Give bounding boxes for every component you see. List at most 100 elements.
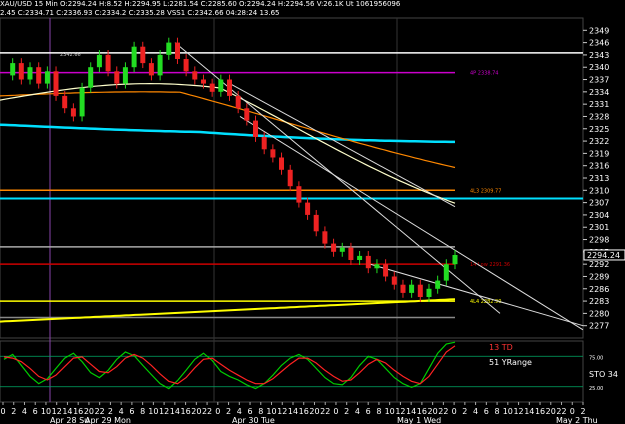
candle-body bbox=[452, 255, 458, 265]
price-annotation: 2342.66 bbox=[60, 52, 81, 58]
y-axis-tick-label: 2298 bbox=[589, 236, 609, 245]
candle-body bbox=[331, 243, 337, 252]
x-axis-tick-label: 10 bbox=[41, 407, 51, 416]
x-axis-tick-label: 6 bbox=[33, 407, 38, 416]
candle-body bbox=[270, 149, 276, 158]
stochastic-value-label: STO 34 bbox=[589, 370, 618, 379]
x-axis-tick-label: 6 bbox=[247, 407, 252, 416]
x-axis-tick-label: 14 bbox=[406, 407, 416, 416]
y-axis-tick-label: 2292 bbox=[589, 260, 609, 269]
candle-body bbox=[166, 42, 172, 55]
x-axis-tick-label: 0 bbox=[215, 407, 220, 416]
x-axis-session-label: May 2 Thu bbox=[556, 416, 598, 424]
candle-body bbox=[218, 79, 224, 92]
candle-body bbox=[157, 54, 163, 76]
y-axis-tick-label: 2346 bbox=[589, 39, 609, 48]
candle-body bbox=[201, 79, 206, 84]
x-axis-tick-label: 20 bbox=[191, 407, 201, 416]
y-axis-tick-label: 2343 bbox=[589, 51, 609, 60]
x-axis-tick-label: 14 bbox=[62, 407, 72, 416]
candle-body bbox=[175, 42, 180, 59]
x-axis-tick-label: 8 bbox=[258, 407, 263, 416]
candle-body bbox=[435, 280, 441, 289]
y-axis-tick-label: 2337 bbox=[589, 76, 609, 85]
y-axis-tick-label: 2307 bbox=[589, 199, 609, 208]
x-axis-tick-label: 2 bbox=[580, 407, 585, 416]
x-axis-tick-label: 10 bbox=[503, 407, 513, 416]
x-axis-tick-label: 2 bbox=[108, 407, 113, 416]
x-axis-tick-label: 4 bbox=[22, 407, 27, 416]
x-axis-tick-label: 22 bbox=[320, 407, 330, 416]
x-axis-tick-label: 8 bbox=[495, 407, 500, 416]
candle-body bbox=[339, 247, 345, 252]
y-axis-tick-label: 2340 bbox=[589, 63, 609, 72]
x-axis-tick-label: 4 bbox=[473, 407, 478, 416]
x-axis-tick-label: 14 bbox=[524, 407, 534, 416]
x-axis-tick-label: 0 bbox=[333, 407, 338, 416]
y-axis-tick-label: 2322 bbox=[589, 137, 609, 146]
candle-body bbox=[88, 67, 94, 88]
candle-body bbox=[287, 169, 293, 187]
x-axis-tick-label: 16 bbox=[180, 407, 190, 416]
candle-body bbox=[10, 63, 16, 76]
x-axis-tick-label: 12 bbox=[52, 407, 62, 416]
candle-body bbox=[365, 255, 371, 269]
stochastic-text-label: 51 YRange bbox=[489, 358, 532, 367]
x-axis-session-label: Apr 29 Mon bbox=[85, 416, 131, 424]
x-axis-tick-label: 8 bbox=[376, 407, 381, 416]
x-axis-tick-label: 0 bbox=[0, 407, 5, 416]
x-axis-tick-label: 16 bbox=[417, 407, 427, 416]
x-axis-tick-label: 2 bbox=[226, 407, 231, 416]
candle-body bbox=[53, 71, 59, 96]
candle-body bbox=[209, 83, 215, 92]
candle-body bbox=[357, 255, 363, 260]
candle-body bbox=[96, 54, 102, 68]
x-axis-tick-label: 14 bbox=[288, 407, 298, 416]
candle-body bbox=[192, 71, 198, 80]
candle-body bbox=[18, 63, 24, 80]
price-level-label: 4L3 2309.77 bbox=[470, 188, 501, 194]
candle-body bbox=[131, 46, 137, 68]
y-axis-tick-label: 2310 bbox=[589, 186, 609, 195]
x-axis-tick-label: 20 bbox=[428, 407, 438, 416]
x-axis-tick-label: 16 bbox=[535, 407, 545, 416]
x-axis-tick-label: 2 bbox=[344, 407, 349, 416]
y-axis-tick-label: 2280 bbox=[589, 309, 609, 318]
y-axis-tick-label: 2316 bbox=[589, 162, 609, 171]
x-axis-session-label: May 1 Wed bbox=[397, 416, 441, 424]
candle-body bbox=[122, 67, 128, 84]
x-axis-tick-label: 2 bbox=[462, 407, 467, 416]
x-axis-tick-label: 16 bbox=[73, 407, 83, 416]
y-axis-tick-label: 2301 bbox=[589, 223, 609, 232]
x-axis-tick-label: 14 bbox=[170, 407, 180, 416]
y-axis-tick-label: 2349 bbox=[589, 26, 609, 35]
x-axis-tick-label: 12 bbox=[395, 407, 405, 416]
candle-body bbox=[322, 231, 328, 244]
price-chart[interactable]: 4P 2338.744L3 2309.7714 Low 2291.364L4 2… bbox=[0, 0, 625, 424]
current-price-label: 2294.24 bbox=[587, 251, 620, 260]
x-axis-tick-label: 4 bbox=[237, 407, 242, 416]
candle-body bbox=[244, 108, 250, 121]
x-axis-tick-label: 10 bbox=[148, 407, 158, 416]
candle-body bbox=[279, 157, 284, 170]
x-axis-tick-label: 10 bbox=[266, 407, 276, 416]
x-axis-tick-label: 12 bbox=[513, 407, 523, 416]
candle-body bbox=[426, 288, 432, 297]
x-axis-tick-label: 8 bbox=[140, 407, 145, 416]
candle-body bbox=[400, 284, 406, 293]
candle-body bbox=[409, 284, 415, 293]
y-axis-tick-label: 2325 bbox=[589, 125, 609, 134]
x-axis-session-label: Apr 28 Su bbox=[50, 416, 89, 424]
x-axis-tick-label: 20 bbox=[546, 407, 556, 416]
candle-body bbox=[44, 71, 50, 84]
x-axis-tick-label: 10 bbox=[385, 407, 395, 416]
x-axis-tick-label: 16 bbox=[299, 407, 309, 416]
x-axis-tick-label: 12 bbox=[277, 407, 287, 416]
y-axis-tick-label: 2313 bbox=[589, 174, 609, 183]
x-axis-tick-label: 6 bbox=[484, 407, 489, 416]
x-axis-tick-label: 0 bbox=[452, 407, 457, 416]
candle-body bbox=[391, 276, 397, 285]
x-axis-tick-label: 6 bbox=[129, 407, 134, 416]
candle-body bbox=[79, 87, 85, 117]
candle-body bbox=[62, 95, 68, 109]
